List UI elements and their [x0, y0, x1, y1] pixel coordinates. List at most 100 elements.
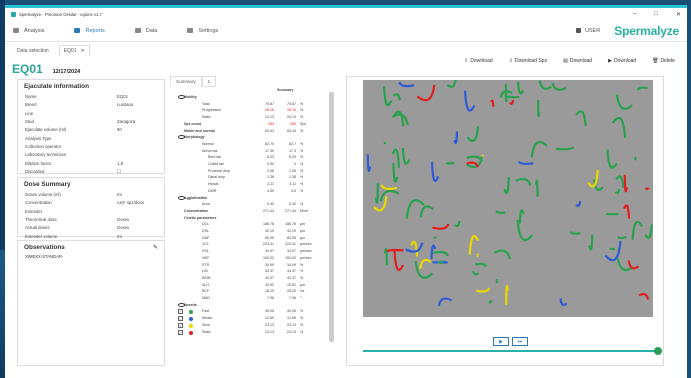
speed-checkbox[interactable]: ✓ [178, 316, 183, 322]
sperm-track [556, 146, 575, 151]
summary-row: DAP 83.05 83.05 µm [172, 236, 322, 241]
speed-checkbox[interactable]: ✓ [178, 309, 183, 315]
sperm-track [551, 82, 567, 91]
user-menu[interactable]: USER [576, 28, 600, 34]
summary-cell: Total [202, 101, 210, 106]
summary-row: Bent tail 6.23 6.23% [172, 155, 322, 160]
close-tab-icon[interactable]: ✕ [80, 48, 84, 54]
brand-logo: Spermalyze [614, 23, 679, 38]
summary-cell: % [300, 309, 304, 314]
summary-cell: 34.57 [265, 249, 274, 254]
frame-slider[interactable] [363, 347, 662, 355]
summary-cell: 24.13 [265, 115, 274, 120]
info-value: 1.8 [117, 160, 123, 166]
eye-icon[interactable] [178, 302, 185, 307]
info-key: Analysis Type [25, 135, 52, 141]
summary-row: STR 34.99 34.99% [172, 263, 322, 268]
sperm-track [393, 250, 405, 271]
sperm-track [475, 287, 491, 293]
summary-cell: ALH [202, 282, 209, 287]
eye-icon[interactable] [178, 95, 185, 99]
summary-cell: 34.99 [287, 262, 296, 267]
ejaculate-panel: Ejaculate information Name EQ01 Breed Lusit… [17, 79, 165, 174]
summary-cell: 2.08 [289, 168, 296, 173]
sperm-track [509, 100, 515, 105]
tab-data-selection[interactable]: Data selection [13, 46, 53, 56]
speed-checkbox[interactable]: ✓ [178, 322, 183, 328]
summary-cell: 42.19 [265, 229, 274, 233]
summary-row: Static 24.13 24.13% ✓ [172, 329, 322, 335]
summary-cell: 28.16 [287, 108, 296, 113]
dose-title: Dose Summary [24, 181, 71, 188]
summary-cell: 75.87 [287, 101, 296, 106]
play-button[interactable]: ▶ [493, 337, 509, 346]
observations-title: Observations [24, 244, 65, 251]
tab-summary[interactable]: Summary [170, 76, 202, 87]
action-label: Delete [660, 58, 675, 64]
summary-cell: BCF [202, 289, 210, 294]
minimize-button[interactable]: – [633, 11, 636, 18]
sperm-track [537, 99, 541, 118]
summary-row: VSL 34.57 34.57 µm/sec [172, 249, 322, 254]
summary-cell: Progressive [202, 108, 221, 113]
summary-cell: % [300, 262, 304, 267]
sperm-track [383, 141, 387, 145]
summary-cell: Proximal drop [208, 168, 231, 173]
tab-1[interactable]: 1 [201, 76, 217, 87]
action-label: Download Spz [514, 58, 548, 64]
summary-cell: 223.41 [285, 242, 296, 247]
summary-cell: Area [202, 202, 210, 207]
pencil-icon[interactable]: ✎ [153, 244, 158, 251]
download-spz-button[interactable]: ⇩ Download Spz [509, 58, 547, 64]
step-button[interactable]: ⏭ [512, 337, 528, 346]
summary-cell: Abnormal [202, 148, 218, 153]
player-controls: ▶ ⏭ [493, 337, 528, 346]
summary-cell: 6.23 [289, 155, 296, 160]
info-value: Zaragoza [117, 119, 136, 125]
dose-panel: Dose Summary Doses volume (ml) ml Concentr… [17, 177, 165, 239]
summary-cell: 0.42 [267, 202, 274, 207]
summary-cell: % [300, 275, 304, 280]
summary-cell: 0.00 [267, 162, 274, 166]
sperm-track [538, 80, 552, 90]
close-button[interactable]: ✕ [676, 11, 681, 18]
summary-cell: 7.96 [267, 296, 274, 300]
tab-label: Data selection [17, 48, 49, 54]
sperm-track [432, 223, 450, 230]
summary-cell: % [300, 182, 304, 187]
sperm-track [575, 201, 582, 207]
tab-eq01[interactable]: EQ01 ✕ [58, 45, 90, 56]
summary-scrollbar[interactable] [329, 92, 334, 342]
sperm-track [410, 240, 419, 257]
summary-cell: 15.52 [287, 282, 296, 287]
summary-cell: 12.69 [287, 316, 296, 321]
summary-cell: 24.13 [287, 115, 296, 120]
action-label: Download [470, 58, 493, 64]
summary-cell: % [300, 202, 304, 207]
download-video-button[interactable]: ▶ Download [608, 58, 636, 64]
speed-color-dot [189, 310, 193, 315]
slider-knob[interactable] [654, 347, 662, 355]
summary-row: Motile and normal 63.43 63.43% [172, 129, 322, 134]
sperm-track [506, 95, 520, 99]
maximize-button[interactable]: □ [654, 11, 658, 18]
nav-analysis[interactable]: Analysis [13, 20, 44, 42]
user-name: USER [585, 27, 601, 34]
download-table-button[interactable]: ▤ Download [563, 58, 592, 64]
summary-cell: 24.13 [265, 329, 274, 334]
speed-color-dot [189, 330, 193, 335]
info-value: 50 [117, 127, 122, 133]
download-button[interactable]: ⇩ Download [464, 58, 492, 64]
speed-checkbox[interactable]: ✓ [178, 329, 183, 335]
delete-button[interactable]: 🗑 Delete [652, 58, 675, 64]
summary-cell: Cinetic parameters [184, 215, 217, 220]
eye-icon[interactable] [178, 195, 185, 200]
nav-data[interactable]: Data [134, 20, 157, 42]
sperm-track [446, 79, 457, 88]
summary-cell: % [300, 148, 304, 153]
nav-reports[interactable]: Reports [74, 20, 105, 42]
summary-cell: 63.43 [287, 128, 296, 133]
summary-row: Abnormal 17.30 17.3% [172, 149, 322, 154]
summary-cell: ° [300, 296, 302, 300]
nav-settings[interactable]: Settings [187, 20, 218, 42]
